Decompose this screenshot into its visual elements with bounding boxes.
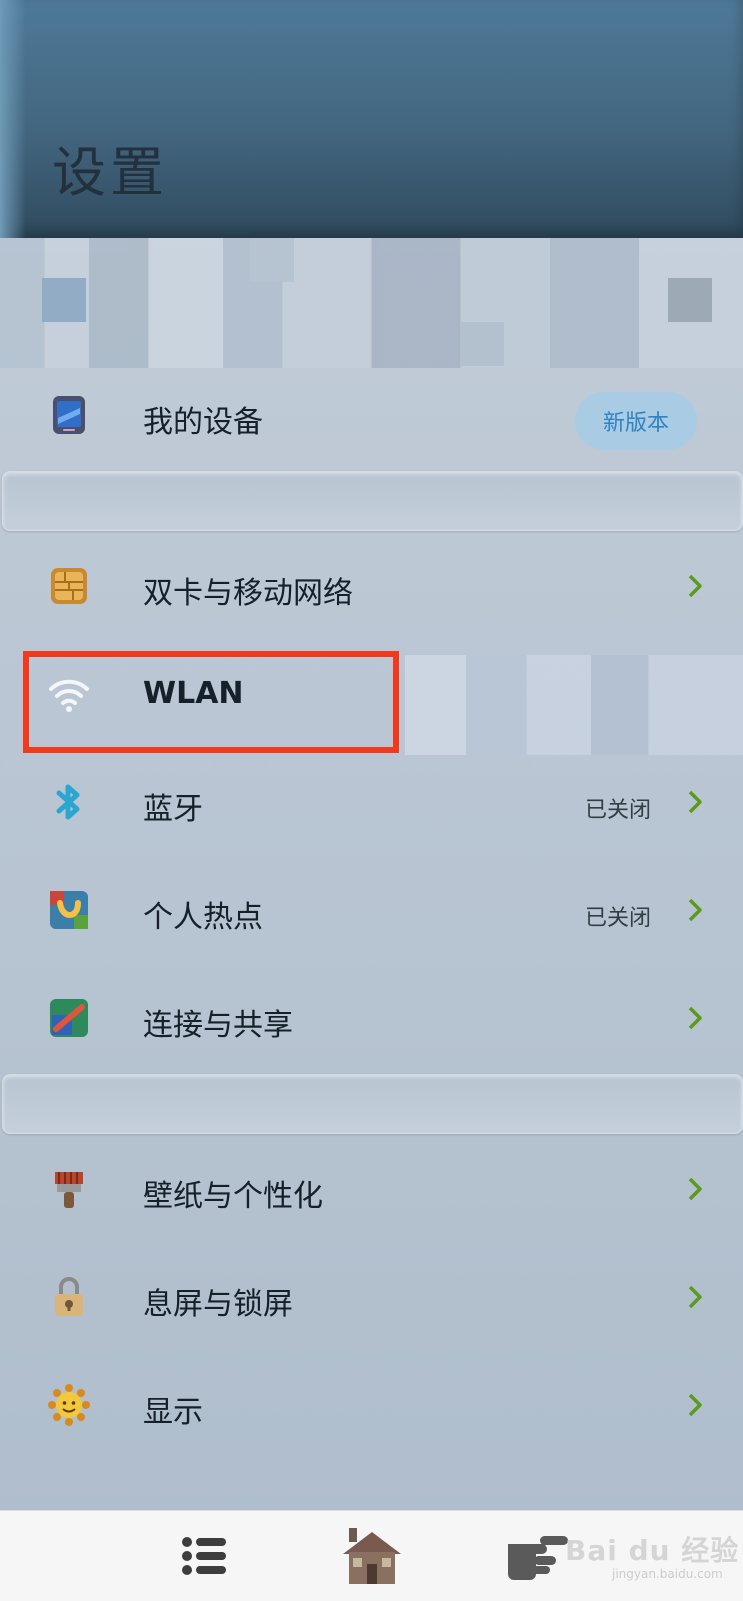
settings-item-lock-screen[interactable]: 息屏与锁屏 [0,1243,743,1351]
settings-item-label: 蓝牙 [143,792,203,827]
bluetooth-icon [48,781,90,823]
chevron-right-icon [688,898,702,922]
settings-header: 设置 [0,0,743,238]
chevron-right-icon [688,1006,702,1030]
settings-item-wallpaper[interactable]: 壁纸与个性化 [0,1135,743,1243]
chevron-right-icon [688,1393,702,1417]
wlan-highlight-box [23,651,399,753]
account-card-pixelated[interactable] [0,238,743,368]
settings-item-label: 息屏与锁屏 [143,1287,293,1322]
hotspot-icon [48,889,90,931]
status-text: 已关闭 [584,906,651,931]
pointing-hand-icon [508,1536,568,1580]
brush-icon [48,1168,90,1210]
bottom-tab-bar: Bai du 经验 jingyan.baidu.com [0,1510,743,1601]
home-icon [343,1528,401,1584]
new-version-badge[interactable]: 新版本 [575,392,697,450]
settings-item-label: 我的设备 [143,405,263,440]
device-icon [48,394,90,436]
settings-item-connection-sharing[interactable]: 连接与共享 [0,964,743,1072]
section-divider [2,1074,743,1134]
settings-item-bluetooth[interactable]: 蓝牙 已关闭 [0,748,743,856]
chevron-right-icon [688,1285,702,1309]
status-text: 已关闭 [584,798,651,823]
list-icon [182,1537,226,1575]
settings-item-hotspot[interactable]: 个人热点 已关闭 [0,856,743,964]
tab-home[interactable] [339,1523,405,1589]
settings-item-label: 连接与共享 [143,1008,293,1043]
chevron-right-icon [688,574,702,598]
chevron-right-icon [688,790,702,814]
section-divider [2,471,743,531]
chevron-right-icon [688,1177,702,1201]
sim-card-icon [48,565,90,607]
settings-item-label: 个人热点 [143,900,263,935]
settings-item-label: 双卡与移动网络 [143,576,353,611]
lock-icon [48,1276,90,1318]
settings-item-label: 显示 [143,1395,203,1430]
sun-icon [48,1384,90,1426]
tab-list[interactable] [172,1523,238,1589]
settings-item-display[interactable]: 显示 [0,1351,743,1459]
settings-item-dual-sim[interactable]: 双卡与移动网络 [0,532,743,640]
settings-item-label: 壁纸与个性化 [143,1179,323,1214]
baidu-watermark: Bai du 经验 [565,1534,740,1567]
page-title: 设置 [52,141,168,204]
tab-more[interactable] [505,1523,571,1589]
share-icon [48,997,90,1039]
baidu-watermark-url: jingyan.baidu.com [612,1567,723,1581]
